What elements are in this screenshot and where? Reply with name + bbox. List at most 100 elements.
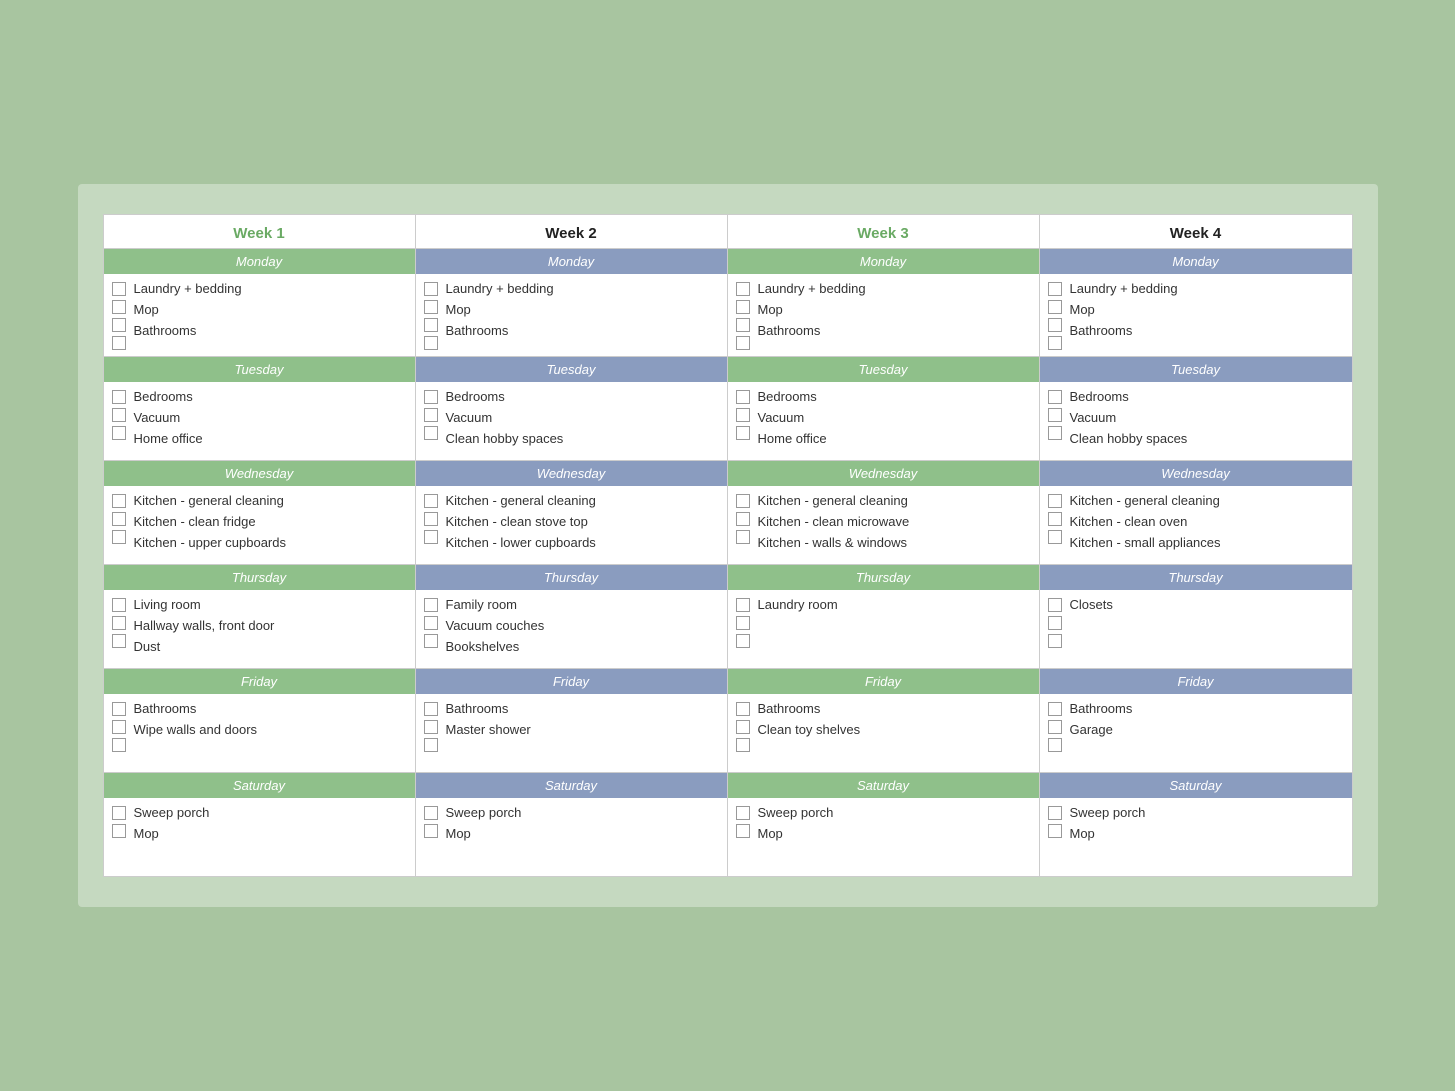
checkbox-w3-d5-t1[interactable] bbox=[736, 702, 750, 716]
checkbox-w1-d5-t1[interactable] bbox=[112, 702, 126, 716]
checkbox-w2-d3-t1[interactable] bbox=[424, 494, 438, 508]
checkbox-w1-d6-t1[interactable] bbox=[112, 806, 126, 820]
checkbox-extra-w3-d5-e1[interactable] bbox=[736, 738, 750, 752]
task-item-w4-d3-t1: Kitchen - general cleaning bbox=[1070, 492, 1346, 510]
checkbox-w2-d3-t2[interactable] bbox=[424, 512, 438, 526]
task-item-w4-d6-t1: Sweep porch bbox=[1070, 804, 1346, 822]
tasks-area-w4-d5: BathroomsGarage bbox=[1040, 694, 1352, 772]
task-item-w1-d6-t2: Mop bbox=[134, 825, 409, 843]
checkbox-w2-d2-t3[interactable] bbox=[424, 426, 438, 440]
checkbox-w2-d5-t1[interactable] bbox=[424, 702, 438, 716]
checkbox-w4-d3-t3[interactable] bbox=[1048, 530, 1062, 544]
checkboxes-col-w3-d1 bbox=[736, 280, 754, 350]
checkbox-w3-d5-t2[interactable] bbox=[736, 720, 750, 734]
checkbox-w2-d4-t2[interactable] bbox=[424, 616, 438, 630]
tasks-list-w2-d5: BathroomsMaster shower bbox=[446, 700, 721, 766]
week-header-2: Week 2 bbox=[416, 215, 727, 249]
checkbox-w3-d2-t3[interactable] bbox=[736, 426, 750, 440]
checkbox-w1-d1-t1[interactable] bbox=[112, 282, 126, 296]
checkbox-w2-d2-t2[interactable] bbox=[424, 408, 438, 422]
checkbox-w1-d2-t3[interactable] bbox=[112, 426, 126, 440]
checkbox-extra-w1-d1-e1[interactable] bbox=[112, 336, 126, 350]
checkbox-w2-d1-t2[interactable] bbox=[424, 300, 438, 314]
checkbox-w4-d3-t1[interactable] bbox=[1048, 494, 1062, 508]
checkbox-w1-d3-t3[interactable] bbox=[112, 530, 126, 544]
checkbox-w4-d2-t1[interactable] bbox=[1048, 390, 1062, 404]
checkbox-w4-d5-t2[interactable] bbox=[1048, 720, 1062, 734]
checkbox-w1-d3-t1[interactable] bbox=[112, 494, 126, 508]
checkbox-extra-w3-d4-e2[interactable] bbox=[736, 634, 750, 648]
task-item-w1-d4-t1: Living room bbox=[134, 596, 409, 614]
checkbox-w2-d4-t3[interactable] bbox=[424, 634, 438, 648]
checkbox-w2-d1-t3[interactable] bbox=[424, 318, 438, 332]
task-item-w4-d5-t2: Garage bbox=[1070, 721, 1346, 739]
day-section-w3-d2: TuesdayBedroomsVacuumHome office bbox=[728, 357, 1039, 461]
checkbox-extra-w4-d4-e1[interactable] bbox=[1048, 616, 1062, 630]
checkboxes-col-w2-d2 bbox=[424, 388, 442, 454]
checkbox-extra-w3-d1-e1[interactable] bbox=[736, 336, 750, 350]
tasks-area-w1-d6: Sweep porchMop bbox=[104, 798, 415, 876]
checkbox-w1-d1-t2[interactable] bbox=[112, 300, 126, 314]
task-item-w4-d1-t2: Mop bbox=[1070, 301, 1346, 319]
checkbox-w4-d1-t1[interactable] bbox=[1048, 282, 1062, 296]
checkbox-w2-d4-t1[interactable] bbox=[424, 598, 438, 612]
day-section-w4-d6: SaturdaySweep porchMop bbox=[1040, 773, 1352, 876]
day-section-w2-d2: TuesdayBedroomsVacuumClean hobby spaces bbox=[416, 357, 727, 461]
checkbox-extra-w4-d4-e2[interactable] bbox=[1048, 634, 1062, 648]
checkbox-extra-w4-d5-e1[interactable] bbox=[1048, 738, 1062, 752]
task-item-w2-d4-t2: Vacuum couches bbox=[446, 617, 721, 635]
checkbox-w1-d4-t1[interactable] bbox=[112, 598, 126, 612]
task-item-w4-d1-t1: Laundry + bedding bbox=[1070, 280, 1346, 298]
checkbox-extra-w1-d5-e1[interactable] bbox=[112, 738, 126, 752]
checkbox-w4-d2-t2[interactable] bbox=[1048, 408, 1062, 422]
checkbox-w4-d4-t1[interactable] bbox=[1048, 598, 1062, 612]
checkbox-w1-d2-t2[interactable] bbox=[112, 408, 126, 422]
checkbox-w1-d3-t2[interactable] bbox=[112, 512, 126, 526]
checkbox-w1-d1-t3[interactable] bbox=[112, 318, 126, 332]
checkbox-w3-d3-t2[interactable] bbox=[736, 512, 750, 526]
checkbox-w3-d4-t1[interactable] bbox=[736, 598, 750, 612]
day-header-w2-d3: Wednesday bbox=[416, 461, 727, 486]
checkbox-w4-d1-t2[interactable] bbox=[1048, 300, 1062, 314]
checkbox-w4-d2-t3[interactable] bbox=[1048, 426, 1062, 440]
checkbox-w3-d2-t2[interactable] bbox=[736, 408, 750, 422]
checkbox-w2-d2-t1[interactable] bbox=[424, 390, 438, 404]
task-item-w3-d3-t2: Kitchen - clean microwave bbox=[758, 513, 1033, 531]
checkbox-w2-d3-t3[interactable] bbox=[424, 530, 438, 544]
checkbox-w3-d2-t1[interactable] bbox=[736, 390, 750, 404]
checkbox-w2-d5-t2[interactable] bbox=[424, 720, 438, 734]
checkbox-w1-d6-t2[interactable] bbox=[112, 824, 126, 838]
checkbox-w4-d1-t3[interactable] bbox=[1048, 318, 1062, 332]
checkbox-w3-d3-t3[interactable] bbox=[736, 530, 750, 544]
checkbox-w1-d2-t1[interactable] bbox=[112, 390, 126, 404]
checkbox-w2-d1-t1[interactable] bbox=[424, 282, 438, 296]
day-header-w3-d6: Saturday bbox=[728, 773, 1039, 798]
checkbox-w3-d3-t1[interactable] bbox=[736, 494, 750, 508]
checkbox-w3-d1-t3[interactable] bbox=[736, 318, 750, 332]
checkbox-w4-d6-t1[interactable] bbox=[1048, 806, 1062, 820]
checkbox-extra-w4-d1-e1[interactable] bbox=[1048, 336, 1062, 350]
checkbox-w3-d1-t1[interactable] bbox=[736, 282, 750, 296]
checkbox-extra-w3-d4-e1[interactable] bbox=[736, 616, 750, 630]
checkbox-w4-d3-t2[interactable] bbox=[1048, 512, 1062, 526]
checkbox-w1-d4-t3[interactable] bbox=[112, 634, 126, 648]
checkbox-w3-d6-t2[interactable] bbox=[736, 824, 750, 838]
tasks-area-w2-d3: Kitchen - general cleaningKitchen - clea… bbox=[416, 486, 727, 564]
checkbox-w3-d6-t1[interactable] bbox=[736, 806, 750, 820]
checkbox-w4-d6-t2[interactable] bbox=[1048, 824, 1062, 838]
checkbox-w1-d5-t2[interactable] bbox=[112, 720, 126, 734]
checkbox-w2-d6-t1[interactable] bbox=[424, 806, 438, 820]
checkbox-w2-d6-t2[interactable] bbox=[424, 824, 438, 838]
task-item-w3-d1-t1: Laundry + bedding bbox=[758, 280, 1033, 298]
task-item-w2-d5-t2: Master shower bbox=[446, 721, 721, 739]
task-item-w2-d1-t1: Laundry + bedding bbox=[446, 280, 721, 298]
tasks-area-w3-d5: BathroomsClean toy shelves bbox=[728, 694, 1039, 772]
tasks-area-w1-d3: Kitchen - general cleaningKitchen - clea… bbox=[104, 486, 415, 564]
day-header-w4-d5: Friday bbox=[1040, 669, 1352, 694]
checkbox-extra-w2-d5-e1[interactable] bbox=[424, 738, 438, 752]
checkbox-w3-d1-t2[interactable] bbox=[736, 300, 750, 314]
checkbox-w4-d5-t1[interactable] bbox=[1048, 702, 1062, 716]
task-item-w2-d3-t1: Kitchen - general cleaning bbox=[446, 492, 721, 510]
checkbox-extra-w2-d1-e1[interactable] bbox=[424, 336, 438, 350]
checkbox-w1-d4-t2[interactable] bbox=[112, 616, 126, 630]
